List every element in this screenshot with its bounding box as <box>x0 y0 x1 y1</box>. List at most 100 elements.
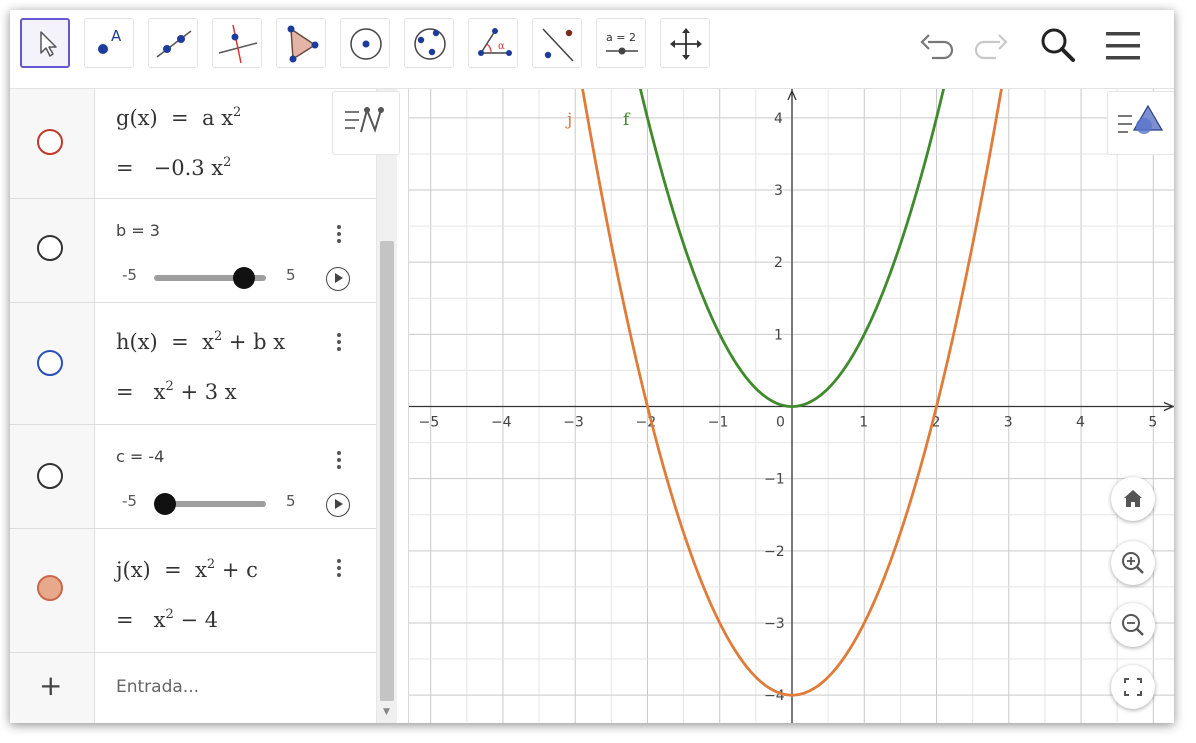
slider-track-c[interactable] <box>154 493 266 515</box>
arrow-cursor-icon <box>40 31 57 57</box>
perpendicular-line-tool-button[interactable] <box>212 18 262 68</box>
slider-tool-button[interactable]: a = 2 <box>596 18 646 68</box>
zoom-in-button[interactable] <box>1111 541 1155 585</box>
undo-icon <box>920 34 954 60</box>
zoom-out-icon <box>1122 614 1144 636</box>
move-arrows-icon <box>670 28 702 60</box>
x-tick-label: 1 <box>859 415 868 431</box>
x-tick-label: −4 <box>491 415 512 431</box>
graph-canvas[interactable]: −5 −4 −3 −2 −1 0 1 2 3 4 54321−1−2−3−4j f <box>409 39 1174 723</box>
home-button[interactable] <box>1111 477 1155 521</box>
slider-max-c: 5 <box>286 492 296 510</box>
line-tool-button[interactable] <box>148 18 198 68</box>
svg-text:A: A <box>111 27 122 45</box>
slider-label-b[interactable]: b = 3 <box>116 221 160 240</box>
x-tick-label: 3 <box>1004 415 1013 431</box>
algebra-row-g[interactable]: g(x) = a x2 = −0.3 x2 <box>10 89 376 199</box>
y-tick-label: 1 <box>774 327 783 343</box>
y-tick-label: 4 <box>774 111 783 127</box>
definition-h[interactable]: h(x) = x2 + b x <box>116 329 285 354</box>
curve-label-j: j <box>565 110 572 130</box>
value-h: = x2 + 3 x <box>116 379 237 404</box>
svg-text:α: α <box>498 41 505 52</box>
more-options-icon[interactable] <box>333 331 345 353</box>
search-button[interactable] <box>1036 24 1080 68</box>
marker-column: + <box>10 653 95 723</box>
more-options-icon[interactable] <box>333 449 345 471</box>
undo-button[interactable] <box>916 24 960 68</box>
scrollbar-thumb[interactable] <box>380 241 394 701</box>
circle-center-tool-button[interactable] <box>340 18 390 68</box>
point-tool-button[interactable]: A <box>84 18 134 68</box>
algebra-row-c[interactable]: c = -4 -5 5 <box>10 425 376 529</box>
marker-column <box>10 425 95 528</box>
x-tick-label: −1 <box>708 415 729 431</box>
fullscreen-button[interactable] <box>1111 665 1155 709</box>
move-graphics-view-tool-button[interactable] <box>660 18 710 68</box>
line-icon <box>156 30 192 58</box>
algebra-scrollbar[interactable]: ▼ <box>376 89 397 723</box>
polygon-tool-button[interactable] <box>276 18 326 68</box>
algebra-row-b[interactable]: b = 3 -5 5 <box>10 199 376 303</box>
play-button-b[interactable] <box>326 267 350 291</box>
visibility-toggle-b[interactable] <box>37 235 63 261</box>
menu-icon <box>1106 32 1140 60</box>
redo-button[interactable] <box>968 24 1012 68</box>
slider-icon: a = 2 <box>606 31 638 55</box>
slider-min-b: -5 <box>122 266 137 284</box>
y-tick-label: −1 <box>764 472 785 488</box>
more-options-icon[interactable] <box>333 223 345 245</box>
y-tick-label: 3 <box>774 183 783 199</box>
angle-icon: α <box>478 28 512 56</box>
marker-column <box>10 529 95 652</box>
slider-min-c: -5 <box>122 492 137 510</box>
visibility-toggle-g[interactable] <box>37 129 63 155</box>
scroll-down-icon[interactable]: ▼ <box>383 707 390 717</box>
more-options-icon[interactable] <box>333 557 345 579</box>
move-tool-button[interactable] <box>20 18 70 68</box>
circle-three-points-tool-button[interactable] <box>404 18 454 68</box>
toolbar: A α a = 2 <box>10 10 1174 88</box>
graphics-view[interactable]: −5 −4 −3 −2 −1 0 1 2 3 4 5 4 3 2 1 −1 −2 −3 −4 j f <box>408 39 1174 723</box>
x-tick-label: 4 <box>1076 415 1085 431</box>
redo-icon <box>974 34 1008 60</box>
algebra-stylebar-button[interactable] <box>332 91 400 155</box>
visibility-toggle-c[interactable] <box>37 463 63 489</box>
fullscreen-icon <box>1124 678 1142 696</box>
algebra-view: g(x) = a x2 = −0.3 x2 b = 3 -5 5 h(x) = … <box>10 88 408 723</box>
perpendicular-line-icon <box>218 24 258 64</box>
graphics-style-icon <box>1118 104 1164 134</box>
definition-j[interactable]: j(x) = x2 + c <box>116 557 258 582</box>
slider-max-b: 5 <box>286 266 296 284</box>
algebra-style-icon <box>345 106 384 134</box>
definition-g[interactable]: g(x) = a x2 <box>116 105 241 130</box>
algebra-input-field[interactable]: Entrada... <box>116 677 199 697</box>
play-button-c[interactable] <box>326 493 350 517</box>
zoom-in-icon <box>1122 552 1144 574</box>
value-g: = −0.3 x2 <box>116 155 232 180</box>
slider-label-c[interactable]: c = -4 <box>116 447 164 466</box>
add-icon[interactable]: + <box>39 669 62 702</box>
algebra-input-row[interactable]: + Entrada... <box>10 653 376 723</box>
svg-text:a = 2: a = 2 <box>606 31 636 44</box>
reflect-icon <box>542 28 574 62</box>
point-icon: A <box>98 27 122 54</box>
visibility-toggle-h[interactable] <box>37 350 63 376</box>
slider-knob-b[interactable] <box>232 267 255 289</box>
value-j: = x2 − 4 <box>116 607 219 632</box>
slider-knob-c[interactable] <box>154 493 177 515</box>
algebra-row-j[interactable]: j(x) = x2 + c = x2 − 4 <box>10 529 376 653</box>
curve-label-f: f <box>623 110 631 130</box>
circle-three-points-icon <box>414 28 446 60</box>
angle-tool-button[interactable]: α <box>468 18 518 68</box>
reflect-tool-button[interactable] <box>532 18 582 68</box>
visibility-toggle-j[interactable] <box>37 575 63 601</box>
x-tick-label: −3 <box>563 415 584 431</box>
graphics-stylebar-button[interactable] <box>1107 91 1174 155</box>
zoom-out-button[interactable] <box>1111 603 1155 647</box>
main-menu-button[interactable] <box>1100 24 1144 68</box>
circle-center-icon <box>350 28 382 60</box>
slider-track-b[interactable] <box>154 267 266 289</box>
algebra-row-h[interactable]: h(x) = x2 + b x = x2 + 3 x <box>10 303 376 425</box>
marker-column <box>10 303 95 424</box>
